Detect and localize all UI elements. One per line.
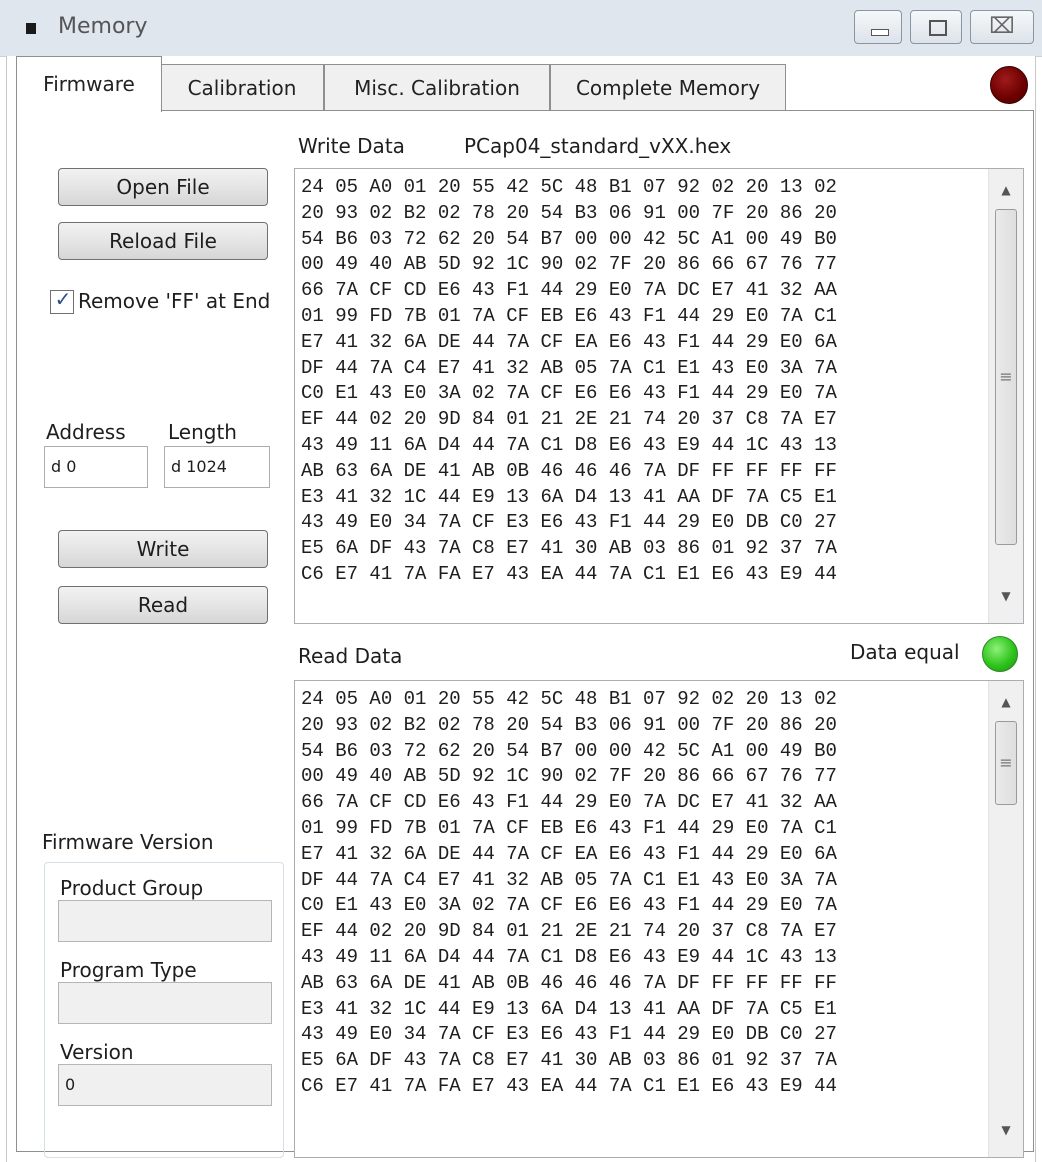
status-led-icon — [990, 66, 1028, 104]
data-equal-led-icon — [982, 636, 1018, 672]
scroll-down-icon[interactable]: ▼ — [989, 589, 1023, 603]
tab-misc-calibration[interactable]: Misc. Calibration — [324, 64, 550, 110]
firmware-version-title: Firmware Version — [42, 830, 214, 854]
hex-line: EF 44 02 20 9D 84 01 21 2E 21 74 20 37 C… — [301, 920, 837, 943]
hex-line: E7 41 32 6A DE 44 7A CF EA E6 43 F1 44 2… — [301, 842, 837, 865]
grip-icon: ≡ — [999, 753, 1013, 772]
remove-ff-checkbox[interactable]: ✓ — [50, 287, 74, 314]
hex-line: C6 E7 41 7A FA E7 43 EA 44 7A C1 E1 E6 4… — [301, 562, 837, 585]
read-data-scrollbar[interactable]: ▲ ≡ ▼ — [988, 681, 1023, 1157]
hex-line: 00 49 40 AB 5D 92 1C 90 02 7F 20 86 66 6… — [301, 765, 837, 788]
address-input[interactable]: d 0 — [44, 446, 148, 488]
product-group-label: Product Group — [60, 876, 204, 900]
hex-line: C0 E1 43 E0 3A 02 7A CF E6 E6 43 F1 44 2… — [301, 382, 837, 405]
close-icon: ⌧ — [989, 14, 1015, 39]
hex-line: 20 93 02 B2 02 78 20 54 B3 06 91 00 7F 2… — [301, 201, 837, 224]
hex-line: C6 E7 41 7A FA E7 43 EA 44 7A C1 E1 E6 4… — [301, 1074, 837, 1097]
version-field: 0 — [58, 1064, 272, 1106]
hex-line: 66 7A CF CD E6 43 F1 44 29 E0 7A DC E7 4… — [301, 791, 837, 814]
hex-line: 54 B6 03 72 62 20 54 B7 00 00 42 5C A1 0… — [301, 739, 837, 762]
scroll-up-icon[interactable]: ▲ — [989, 695, 1023, 709]
minimize-button[interactable] — [854, 10, 902, 44]
hex-line: 66 7A CF CD E6 43 F1 44 29 E0 7A DC E7 4… — [301, 279, 837, 302]
scrollbar-thumb[interactable]: ≡ — [995, 721, 1017, 805]
address-label: Address — [46, 420, 126, 444]
close-button[interactable]: ⌧ — [970, 10, 1034, 44]
write-data-textbox[interactable]: 24 05 A0 01 20 55 42 5C 48 B1 07 92 02 2… — [294, 168, 1024, 624]
hex-line: 54 B6 03 72 62 20 54 B7 00 00 42 5C A1 0… — [301, 227, 837, 250]
read-data-label: Read Data — [298, 644, 403, 668]
length-input[interactable]: d 1024 — [164, 446, 270, 488]
hex-line: C0 E1 43 E0 3A 02 7A CF E6 E6 43 F1 44 2… — [301, 894, 837, 917]
hex-line: E7 41 32 6A DE 44 7A CF EA E6 43 F1 44 2… — [301, 330, 837, 353]
maximize-icon — [929, 20, 947, 36]
product-group-field — [58, 900, 272, 942]
hex-line: 43 49 E0 34 7A CF E3 E6 43 F1 44 29 E0 D… — [301, 511, 837, 534]
tab-complete-memory[interactable]: Complete Memory — [550, 64, 786, 110]
write-data-filename: PCap04_standard_vXX.hex — [464, 134, 732, 158]
hex-line: AB 63 6A DE 41 AB 0B 46 46 46 7A DF FF F… — [301, 459, 837, 482]
read-data-content: 24 05 A0 01 20 55 42 5C 48 B1 07 92 02 2… — [301, 687, 837, 1100]
write-button[interactable]: Write — [58, 530, 268, 568]
hex-line: 00 49 40 AB 5D 92 1C 90 02 7F 20 86 66 6… — [301, 253, 837, 276]
hex-line: 43 49 11 6A D4 44 7A C1 D8 E6 43 E9 44 1… — [301, 945, 837, 968]
window-title: Memory — [58, 14, 148, 39]
length-label: Length — [168, 420, 237, 444]
hex-line: 01 99 FD 7B 01 7A CF EB E6 43 F1 44 29 E… — [301, 304, 837, 327]
hex-line: 20 93 02 B2 02 78 20 54 B3 06 91 00 7F 2… — [301, 713, 837, 736]
program-type-field — [58, 982, 272, 1024]
hex-line: E3 41 32 1C 44 E9 13 6A D4 13 41 AA DF 7… — [301, 485, 837, 508]
hex-line: 43 49 E0 34 7A CF E3 E6 43 F1 44 29 E0 D… — [301, 1023, 837, 1046]
write-data-scrollbar[interactable]: ▲ ≡ ▼ — [988, 169, 1023, 623]
data-equal-label: Data equal — [850, 640, 960, 664]
grip-icon: ≡ — [999, 367, 1013, 386]
open-file-button[interactable]: Open File — [58, 168, 268, 206]
scrollbar-thumb[interactable]: ≡ — [995, 209, 1017, 545]
hex-line: DF 44 7A C4 E7 41 32 AB 05 7A C1 E1 43 E… — [301, 356, 837, 379]
maximize-button[interactable] — [910, 10, 962, 44]
version-label: Version — [60, 1040, 134, 1064]
hex-line: 24 05 A0 01 20 55 42 5C 48 B1 07 92 02 2… — [301, 176, 837, 198]
hex-line: 43 49 11 6A D4 44 7A C1 D8 E6 43 E9 44 1… — [301, 433, 837, 456]
write-data-label: Write Data — [298, 134, 405, 158]
hex-line: E3 41 32 1C 44 E9 13 6A D4 13 41 AA DF 7… — [301, 997, 837, 1020]
checkmark-icon: ✓ — [54, 287, 72, 311]
hex-line: DF 44 7A C4 E7 41 32 AB 05 7A C1 E1 43 E… — [301, 868, 837, 891]
hex-line: 01 99 FD 7B 01 7A CF EB E6 43 F1 44 29 E… — [301, 816, 837, 839]
reload-file-button[interactable]: Reload File — [58, 222, 268, 260]
write-data-content: 24 05 A0 01 20 55 42 5C 48 B1 07 92 02 2… — [301, 175, 837, 588]
program-type-label: Program Type — [60, 958, 197, 982]
minimize-icon — [871, 29, 889, 36]
hex-line: E5 6A DF 43 7A C8 E7 41 30 AB 03 86 01 9… — [301, 537, 837, 560]
tab-firmware[interactable]: Firmware — [16, 56, 162, 112]
hex-line: EF 44 02 20 9D 84 01 21 2E 21 74 20 37 C… — [301, 408, 837, 431]
hex-line: 24 05 A0 01 20 55 42 5C 48 B1 07 92 02 2… — [301, 688, 837, 710]
read-button[interactable]: Read — [58, 586, 268, 624]
hex-line: AB 63 6A DE 41 AB 0B 46 46 46 7A DF FF F… — [301, 971, 837, 994]
read-data-textbox[interactable]: 24 05 A0 01 20 55 42 5C 48 B1 07 92 02 2… — [294, 680, 1024, 1158]
tab-calibration[interactable]: Calibration — [160, 64, 324, 110]
hex-line: E5 6A DF 43 7A C8 E7 41 30 AB 03 86 01 9… — [301, 1049, 837, 1072]
title-bar[interactable]: Memory ⌧ — [0, 0, 1042, 57]
scroll-down-icon[interactable]: ▼ — [989, 1123, 1023, 1137]
scroll-up-icon[interactable]: ▲ — [989, 183, 1023, 197]
app-icon — [26, 23, 36, 34]
remove-ff-label: Remove 'FF' at End — [78, 289, 271, 313]
